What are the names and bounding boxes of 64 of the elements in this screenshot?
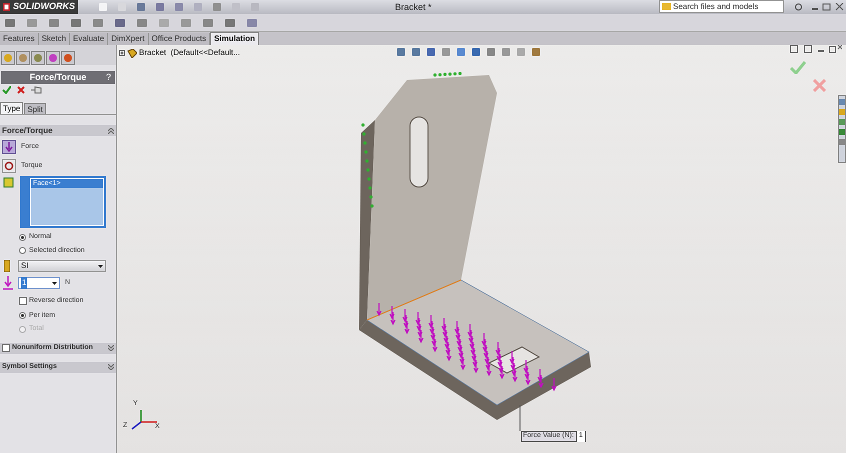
window-controls-icon[interactable] [812, 3, 844, 11]
app-logo[interactable]: SOLIDWORKS [0, 0, 78, 14]
cancel-icon[interactable] [813, 79, 826, 92]
collapse-icon[interactable] [108, 128, 114, 134]
toolbar-icon[interactable] [180, 18, 192, 28]
radio-button[interactable] [19, 234, 26, 241]
value-field[interactable]: 1 [18, 277, 60, 289]
expand-chevron-icon [108, 345, 114, 351]
radio-button[interactable] [19, 312, 26, 320]
expand-icon[interactable] [119, 50, 125, 56]
toolbar-icon[interactable] [114, 18, 126, 28]
toolbar-icon[interactable] [26, 18, 38, 28]
ribbon-tab[interactable]: DimXpert [108, 33, 149, 45]
panel-tab[interactable]: Split [24, 103, 46, 114]
ribbon-tab[interactable]: Evaluate [70, 33, 108, 45]
panel-title: Force/Torque [30, 70, 86, 84]
checkbox[interactable] [19, 297, 27, 306]
ok-icon[interactable] [2, 86, 11, 94]
toolbar-icon[interactable] [158, 18, 170, 28]
toolbar-icon[interactable] [136, 18, 148, 28]
pane-controls-icon[interactable] [790, 45, 842, 53]
axis-triad-icon [131, 410, 157, 430]
ruler-icon [4, 260, 10, 272]
toolbar-icon[interactable] [202, 18, 214, 28]
units-dropdown[interactable]: SI [18, 260, 106, 272]
toolbar-icon[interactable] [70, 18, 82, 28]
close-icon[interactable] [17, 86, 25, 94]
toolbar-icon[interactable] [246, 18, 258, 28]
panel-tab-icon[interactable] [61, 51, 75, 65]
ribbon-tab[interactable]: Office Products [148, 33, 210, 45]
tree-item[interactable]: Bracket (Default<<Default... [139, 47, 240, 59]
toolbar-icon[interactable] [92, 18, 104, 28]
folder-icon [662, 3, 671, 10]
expand-chevron-icon [108, 364, 114, 370]
force-arrow-icon [5, 142, 13, 152]
toolbar-icon[interactable] [4, 18, 16, 28]
panel-tab-icon[interactable] [46, 51, 60, 65]
toolbar-icon[interactable] [48, 18, 60, 28]
search-field[interactable]: Search files and models [659, 0, 784, 13]
torque-icon [4, 161, 14, 171]
ribbon-tab[interactable]: Features [0, 33, 39, 45]
dropdown-arrow-icon [98, 264, 103, 268]
panel-tab-icon[interactable] [1, 51, 15, 65]
pin-icon[interactable] [31, 86, 42, 94]
force-type-button[interactable] [2, 140, 16, 154]
ribbon-tab[interactable]: Sketch [38, 33, 70, 45]
section-title: Force/Torque [2, 124, 53, 136]
force-arrow-icon [3, 276, 13, 290]
panel-tab[interactable]: Type [0, 102, 24, 114]
part-icon [127, 48, 137, 58]
window-title: Bracket * [395, 1, 432, 14]
face-icon [3, 176, 15, 188]
help-mark[interactable]: ? [106, 70, 111, 84]
checkbox[interactable] [2, 344, 10, 352]
toolbar-icon[interactable] [224, 18, 236, 28]
panel-tab-icon[interactable] [31, 51, 45, 65]
torque-type-button[interactable] [2, 159, 16, 173]
logo-icon [3, 2, 10, 12]
radio-button[interactable] [19, 247, 26, 254]
confirm-icon[interactable] [790, 61, 806, 74]
ribbon-tab[interactable]: Simulation [210, 32, 259, 45]
dropdown-arrow-icon [52, 282, 57, 284]
panel-tab-icon[interactable] [16, 51, 30, 65]
help-icon[interactable] [795, 2, 802, 12]
